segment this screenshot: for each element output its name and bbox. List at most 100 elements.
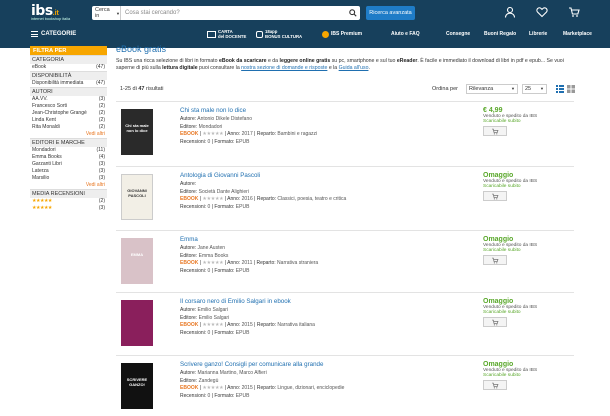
filter-item[interactable]: Laterza (3) (30, 168, 107, 175)
cart-icon (492, 319, 499, 325)
hamburger-icon (31, 31, 38, 37)
author-row: Autore: Emilio Salgari (180, 307, 420, 315)
book-cover[interactable]: Chi sta male non lo dice (121, 109, 153, 155)
book-title[interactable]: Il corsaro nero di Emilio Salgari in ebo… (180, 298, 420, 305)
filter-item[interactable]: Marsilio (3) (30, 175, 107, 182)
book-cover[interactable] (121, 300, 153, 346)
add-to-cart-button[interactable] (483, 380, 507, 390)
show-more-link[interactable]: Vedi altri (30, 131, 107, 138)
book-title[interactable]: Emma (180, 236, 420, 243)
book-publisher[interactable]: Mondadori (199, 124, 223, 130)
book-year: 2017 (241, 131, 253, 137)
cart-icon[interactable] (568, 6, 580, 18)
filter-item[interactable]: AA.VV. (3) (30, 96, 107, 103)
filter-item[interactable]: Rita Monaldi (2) (30, 124, 107, 131)
book-author[interactable]: Jane Austen (198, 245, 226, 251)
book-title[interactable]: Chi sta male non lo dice (180, 107, 420, 114)
search-input[interactable]: Cosa stai cercando? (121, 10, 346, 16)
filter-item[interactable]: Jean-Christophe Grangé (2) (30, 110, 107, 117)
per-page-select[interactable]: 25 ▼ (522, 84, 547, 94)
cart-icon (492, 382, 499, 388)
nav-bookstores[interactable]: Librerie (529, 27, 547, 41)
add-to-cart-button[interactable] (483, 255, 507, 265)
filter-item[interactable]: Emma Books (4) (30, 154, 107, 161)
cover-title: GIOVANNI PASCOLI (127, 188, 147, 199)
reviews-row: Recensioni: 0 | Formato: EPUB (180, 329, 250, 336)
user-icon[interactable] (504, 6, 516, 18)
nav-carta-docente[interactable]: CARTA del DOCENTE (207, 27, 246, 41)
search-icon[interactable] (346, 9, 360, 17)
book-reviews: 0 (207, 329, 211, 336)
book-title[interactable]: Scrivere ganzo! Consigli per comunicare … (180, 361, 420, 368)
book-publisher[interactable]: Emilio Salgari (199, 315, 230, 321)
book-author[interactable]: Emilio Salgari (198, 307, 229, 313)
book-department[interactable]: Lingue, dizionari, enciclopedie (277, 385, 344, 391)
filter-item-count: (4) (98, 154, 105, 160)
intro-bold: eBook da scaricare (218, 58, 267, 64)
meta-row: EBOOK | ★★★★★ | Anno: 2016 | Reparto: Cl… (180, 196, 347, 202)
book-format: EPUB (235, 267, 250, 274)
book-author[interactable]: Antonio Dikele Distefano (197, 116, 252, 122)
filter-item[interactable]: eBook (47) (30, 64, 107, 71)
filter-item[interactable]: Mondadori (11) (30, 147, 107, 154)
heart-icon[interactable] (536, 6, 548, 18)
nav-help[interactable]: Aiuto e FAQ (391, 27, 420, 41)
search-category-select[interactable]: Cerca in ▼ (92, 6, 121, 20)
add-to-cart-button[interactable] (483, 317, 507, 327)
ibs-logo[interactable]: ibs.it internet bookshop italia (31, 3, 70, 21)
filter-item[interactable]: Linda Kent (2) (30, 117, 107, 124)
filter-item[interactable]: Garzanti Libri (3) (30, 161, 107, 168)
show-more-link[interactable]: Vedi altri (30, 182, 107, 189)
year-label: Anno: (227, 131, 241, 137)
faq-link[interactable]: nostra sezione di domande e risposte (241, 65, 327, 71)
grid-view-icon[interactable] (567, 85, 575, 95)
guide-link[interactable]: Guida all'uso (339, 65, 369, 71)
filter-item-count: (3) (98, 161, 105, 167)
book-year: 2016 (241, 196, 253, 202)
book-cover[interactable]: GIOVANNI PASCOLI (121, 174, 153, 220)
intro-text: Su IBS una ricca selezione di libri in f… (116, 58, 574, 72)
book-cover[interactable]: EMMA (121, 238, 153, 284)
nav-18app-line2: BONUS CULTURA (265, 34, 303, 39)
rating-stars: ★★★★★ (202, 196, 224, 202)
book-publisher[interactable]: Società Dante Alighieri (199, 189, 249, 195)
nav-marketplace[interactable]: Marketplace (563, 27, 592, 41)
categories-menu-button[interactable]: CATEGORIE (31, 27, 76, 41)
list-view-icon[interactable] (556, 85, 564, 95)
nav-delivery[interactable]: Consegne (446, 27, 470, 41)
book-info: Il corsaro nero di Emilio Salgari in ebo… (180, 298, 420, 337)
book-publisher[interactable]: Zandegù (199, 378, 219, 384)
book-format: EPUB (235, 392, 250, 399)
sort-select[interactable]: Rilevanza ▼ (466, 84, 518, 94)
filter-item[interactable]: Francesco Sorti (2) (30, 103, 107, 110)
download-status: Scaricabile subito (483, 184, 521, 189)
nav-18app[interactable]: 18app BONUS CULTURA (256, 27, 302, 41)
filter-item-label: Jean-Christophe Grangé (32, 110, 87, 116)
nav-carta-line2: del DOCENTE (218, 34, 247, 39)
book-department[interactable]: Narrativa straniera (277, 260, 318, 266)
add-to-cart-button[interactable] (483, 126, 507, 136)
book-department[interactable]: Bambini e ragazzi (277, 131, 317, 137)
book-title[interactable]: Antologia di Giovanni Pascoli (180, 172, 420, 179)
book-publisher[interactable]: Emma Books (199, 253, 229, 259)
filter-item[interactable]: ★★★★★ (3) (30, 205, 107, 212)
book-department[interactable]: Narrativa italiana (277, 322, 315, 328)
chevron-down-icon: ▼ (116, 10, 120, 16)
book-author[interactable]: Marianna Martino, Marco Alfieri (198, 370, 267, 376)
nav-ibs-premium[interactable]: IBS Premium (322, 27, 362, 41)
site-header: ibs.it internet bookshop italia Cerca in… (0, 0, 610, 48)
filter-item[interactable]: Disponibilità immediata (47) (30, 80, 107, 87)
intro-bold: eReader (396, 58, 418, 64)
publisher-row: Editore: Mondadori (180, 124, 420, 132)
chevron-down-icon: ▼ (540, 86, 544, 91)
filter-item[interactable]: ★★★★★ (2) (30, 198, 107, 205)
book-cover[interactable]: SCRIVERE GANZO! (121, 363, 153, 409)
year-label: Anno: (227, 385, 241, 391)
add-to-cart-button[interactable] (483, 191, 507, 201)
format-label: Formato: (214, 392, 235, 399)
app-icon (256, 30, 263, 38)
advanced-search-button[interactable]: Ricerca avanzata (366, 6, 415, 20)
nav-gift-cards[interactable]: Buoni Regalo (484, 27, 516, 41)
book-department[interactable]: Classici, poesia, teatro e critica (277, 196, 346, 202)
intro-part: . (368, 65, 370, 71)
